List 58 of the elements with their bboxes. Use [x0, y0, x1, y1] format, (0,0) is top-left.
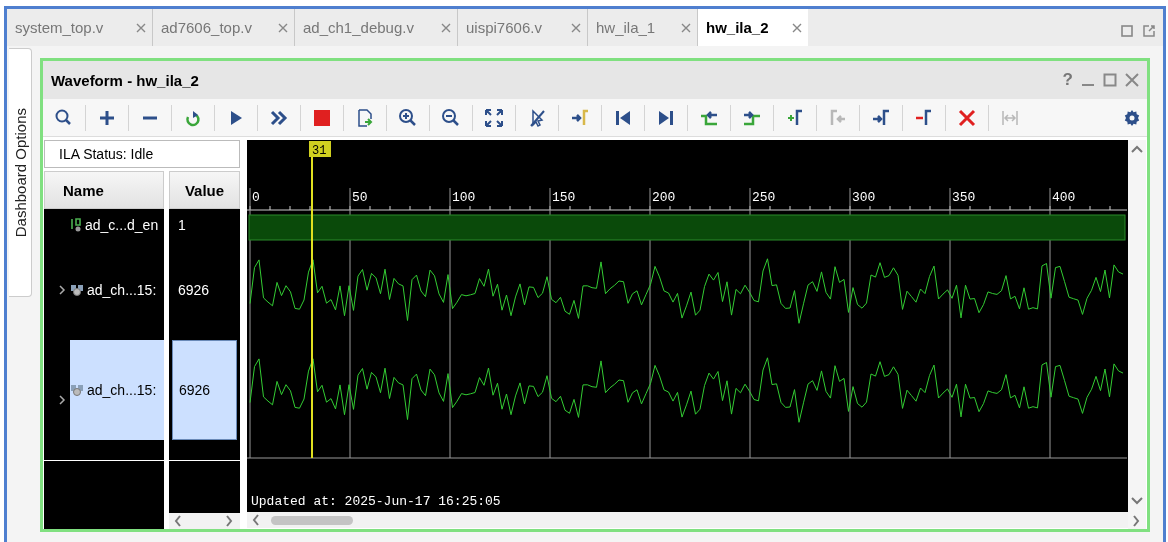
close-icon[interactable] — [792, 22, 802, 33]
signal-row[interactable]: ad_ch...15: — [70, 340, 164, 440]
signal-value: 6926 — [177, 281, 211, 300]
signal-row[interactable]: ad_c...d_en — [70, 209, 164, 241]
signal-name: ad_c...d_en — [85, 217, 159, 233]
popout-icon[interactable] — [1143, 24, 1155, 37]
add-marker-icon — [785, 107, 805, 128]
bus-signal-icon — [70, 283, 84, 297]
minus-icon — [142, 115, 158, 120]
close-icon[interactable] — [571, 22, 581, 33]
side-tab[interactable]: Dashboard Options — [9, 48, 32, 297]
close-icon[interactable] — [136, 22, 146, 33]
signal-value: 6926 — [172, 340, 237, 440]
ruler-label: 0 — [252, 190, 260, 205]
crossed-cursor-icon — [527, 107, 547, 128]
stop-icon — [312, 107, 332, 128]
marker-label: 31 — [312, 144, 327, 158]
expand-icon — [484, 107, 504, 128]
ruler-label: 50 — [352, 190, 368, 205]
delete-icon — [957, 107, 977, 128]
ruler-label: 100 — [452, 190, 476, 205]
update-timestamp: Updated at: 2025-Jun-17 16:25:05 — [251, 494, 501, 509]
ruler-label: 400 — [1052, 190, 1076, 205]
bus-signal-icon — [70, 383, 84, 397]
panel-title: Waveform - hw_ila_2 — [51, 71, 199, 89]
marker-right-icon — [871, 107, 891, 128]
editor-tab[interactable]: hw_ila_2 — [698, 9, 808, 46]
maximize-icon[interactable] — [1121, 24, 1133, 37]
digital-signal-icon — [70, 218, 82, 232]
close-icon[interactable] — [1125, 73, 1139, 87]
maximize-icon[interactable] — [1103, 73, 1117, 87]
signal-name: ad_ch...15: — [87, 282, 157, 298]
arrow-bracket-icon — [570, 107, 590, 128]
zoom-out-icon — [441, 107, 461, 128]
ruler-label: 150 — [552, 190, 576, 205]
settings-icon[interactable] — [1123, 108, 1141, 127]
signal-value: 1 — [177, 216, 187, 235]
zoom-in-icon — [398, 107, 418, 128]
cursor-marker[interactable] — [309, 141, 331, 459]
ruler-label: 250 — [752, 190, 776, 205]
close-icon[interactable] — [278, 22, 288, 33]
close-icon[interactable] — [681, 22, 691, 33]
ruler-label: 300 — [852, 190, 876, 205]
export-icon — [355, 107, 375, 128]
remove-marker-icon — [914, 107, 934, 128]
close-icon[interactable] — [441, 22, 451, 33]
scroll-down-icon[interactable] — [1131, 495, 1143, 507]
waveform-view[interactable]: 0 50 100 150 200 250 300 350 400 31 Updated at: 2025-Jun-17 16:25:05 — [247, 140, 1128, 512]
help-button[interactable]: ? — [1062, 70, 1073, 90]
signal-name: ad_ch...15: — [87, 382, 157, 398]
ruler-label: 350 — [952, 190, 976, 205]
signal-row[interactable]: ad_ch...15: — [70, 241, 164, 339]
scrollbar-thumb[interactable] — [271, 515, 353, 525]
ruler-label: 200 — [652, 190, 676, 205]
column-header[interactable]: Value — [169, 171, 240, 209]
ila-status: ILA Status: Idle — [44, 140, 240, 168]
column-header[interactable]: Name — [44, 171, 164, 209]
marker-left-icon — [828, 107, 848, 128]
